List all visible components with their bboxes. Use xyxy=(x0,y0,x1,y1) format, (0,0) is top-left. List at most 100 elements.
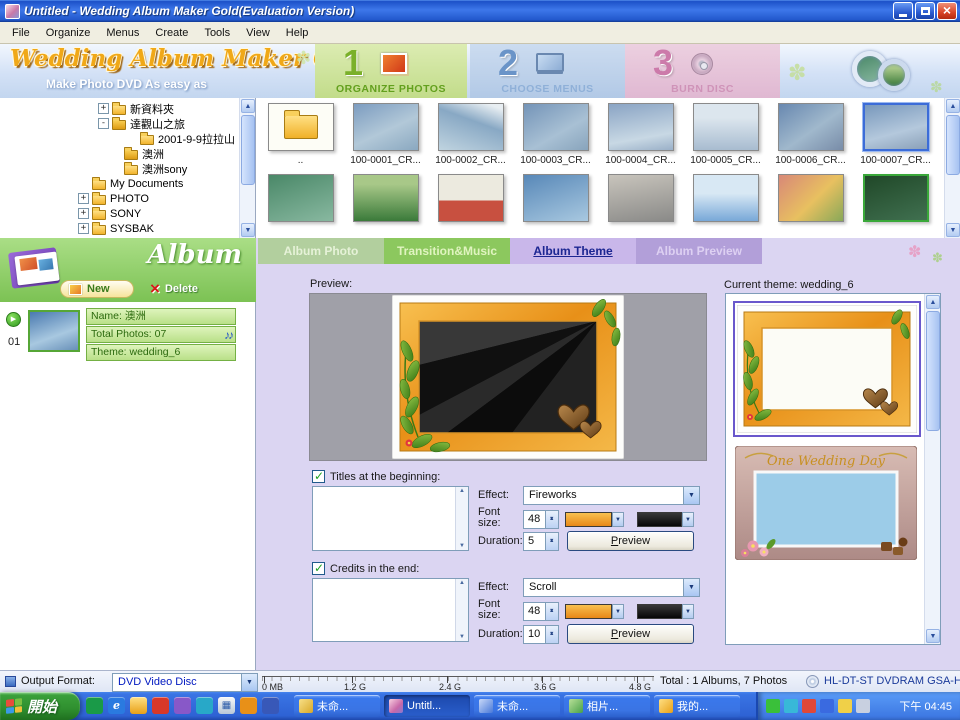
scroll-up-button[interactable]: ▲ xyxy=(946,99,960,113)
tree-expand-toggle[interactable]: + xyxy=(78,208,89,219)
tree-item[interactable]: + 新資料夾 xyxy=(0,101,255,116)
delete-album-button[interactable]: Delete xyxy=(150,280,198,298)
play-icon[interactable] xyxy=(6,312,21,327)
photo-thumbnail[interactable]: 100-0002_CR... xyxy=(428,103,513,166)
credits-effect-select[interactable]: Scroll xyxy=(523,578,700,597)
credits-preview-button[interactable]: Preview xyxy=(567,624,694,644)
outline-color-dropdown-button[interactable] xyxy=(682,512,694,527)
titles-beginning-checkbox[interactable] xyxy=(312,470,325,483)
speaker-icon[interactable] xyxy=(856,699,870,713)
scroll-down-button[interactable]: ▼ xyxy=(926,629,940,643)
titles-font-color-swatch[interactable] xyxy=(565,512,612,527)
titles-font-size-spinner[interactable]: 48 xyxy=(523,510,559,529)
titles-text-input[interactable] xyxy=(312,486,469,551)
taskbar-task[interactable]: 相片... xyxy=(564,695,650,717)
spinner-arrows-icon[interactable] xyxy=(545,533,558,550)
tray-icon[interactable] xyxy=(802,699,816,713)
tree-item[interactable]: 澳洲 xyxy=(0,146,255,161)
taskbar-task[interactable]: 我的... xyxy=(654,695,740,717)
textarea-scrollbar[interactable] xyxy=(455,579,468,641)
menu-item-file[interactable]: File xyxy=(4,25,38,41)
tab-album-photo[interactable]: Album Photo xyxy=(258,238,384,264)
textarea-scrollbar[interactable] xyxy=(455,487,468,550)
font-color-dropdown-button[interactable] xyxy=(612,512,624,527)
photo-thumbnail[interactable]: 100-0004_CR... xyxy=(598,103,683,166)
parent-folder-thumbnail[interactable]: .. xyxy=(258,103,343,166)
quick-launch-icon[interactable] xyxy=(240,697,257,714)
photo-thumbnail[interactable] xyxy=(768,174,853,222)
chevron-down-icon[interactable] xyxy=(241,674,257,691)
credits-end-checkbox[interactable] xyxy=(312,562,325,575)
photo-thumbnail[interactable] xyxy=(598,174,683,222)
desktop-icon[interactable] xyxy=(218,697,235,714)
photo-thumbnail-selected[interactable]: 100-0007_CR... xyxy=(853,103,938,166)
photo-thumbnail[interactable] xyxy=(853,174,938,222)
tree-expand-toggle[interactable]: + xyxy=(78,193,89,204)
photo-thumbnail[interactable]: 100-0006_CR... xyxy=(768,103,853,166)
photo-thumbnail[interactable] xyxy=(513,174,598,222)
quick-launch-icon[interactable] xyxy=(262,697,279,714)
photo-thumbnail[interactable] xyxy=(428,174,513,222)
theme-card[interactable]: One Wedding Day xyxy=(735,446,919,564)
photo-thumbnail[interactable]: 100-0003_CR... xyxy=(513,103,598,166)
theme-list-scrollbar[interactable]: ▲ ▼ xyxy=(924,294,940,644)
theme-card-selected[interactable] xyxy=(733,301,921,437)
minimize-button[interactable] xyxy=(893,2,913,20)
menu-item-menus[interactable]: Menus xyxy=(98,25,147,41)
credits-duration-spinner[interactable]: 10 xyxy=(523,625,559,644)
menu-item-tools[interactable]: Tools xyxy=(196,25,238,41)
tree-collapse-toggle[interactable]: - xyxy=(98,118,109,129)
photo-thumbnail[interactable] xyxy=(683,174,768,222)
spinner-arrows-icon[interactable] xyxy=(545,511,558,528)
tree-item[interactable]: My Documents xyxy=(0,176,255,191)
tab-transition-music[interactable]: Transition&Music xyxy=(384,238,510,264)
maximize-button[interactable] xyxy=(915,2,935,20)
tree-item[interactable]: + SYSBAK xyxy=(0,221,255,236)
quick-launch-icon[interactable] xyxy=(152,697,169,714)
photo-thumbnail[interactable] xyxy=(258,174,343,222)
titles-preview-button[interactable]: Preview xyxy=(567,531,694,551)
start-button[interactable]: 開始 xyxy=(0,692,80,720)
tray-icon[interactable] xyxy=(838,699,852,713)
tray-icon[interactable] xyxy=(766,699,780,713)
chevron-down-icon[interactable] xyxy=(683,579,699,596)
tree-item[interactable]: + PHOTO xyxy=(0,191,255,206)
step-burn-disc[interactable]: 3 BURN DISC xyxy=(625,44,780,98)
output-format-select[interactable]: DVD Video Disc xyxy=(112,673,258,692)
scroll-up-button[interactable]: ▲ xyxy=(241,99,255,113)
menu-item-help[interactable]: Help xyxy=(278,25,317,41)
tree-expand-toggle[interactable]: + xyxy=(98,103,109,114)
step-organize-photos[interactable]: 1 ORGANIZE PHOTOS xyxy=(315,44,467,98)
scrollbar-thumb[interactable] xyxy=(241,115,255,185)
titles-outline-color-swatch[interactable] xyxy=(637,512,682,527)
taskbar-task[interactable]: 未命... xyxy=(474,695,560,717)
quick-launch-icon[interactable] xyxy=(130,697,147,714)
photo-thumbnail[interactable]: 100-0005_CR... xyxy=(683,103,768,166)
tree-scrollbar[interactable]: ▲ ▼ xyxy=(239,98,255,238)
credits-font-size-spinner[interactable]: 48 xyxy=(523,602,559,621)
menu-item-create[interactable]: Create xyxy=(147,25,196,41)
quick-launch-icon[interactable] xyxy=(86,697,103,714)
chevron-down-icon[interactable] xyxy=(683,487,699,504)
scrollbar-thumb[interactable] xyxy=(926,311,940,431)
scroll-down-button[interactable]: ▼ xyxy=(946,223,960,237)
tray-icon[interactable] xyxy=(784,699,798,713)
font-color-dropdown-button[interactable] xyxy=(612,604,624,619)
spinner-arrows-icon[interactable] xyxy=(545,603,558,620)
close-button[interactable] xyxy=(937,2,957,20)
tree-item[interactable]: 澳洲sony xyxy=(0,161,255,176)
taskbar-task[interactable]: 未命... xyxy=(294,695,380,717)
titles-duration-spinner[interactable]: 5 xyxy=(523,532,559,551)
tab-album-preview[interactable]: Album Preview xyxy=(636,238,762,264)
spinner-arrows-icon[interactable] xyxy=(545,626,558,643)
tree-item[interactable]: + SONY xyxy=(0,206,255,221)
credits-font-color-swatch[interactable] xyxy=(565,604,612,619)
clock[interactable]: 下午 04:45 xyxy=(899,698,952,714)
quick-launch-icon[interactable] xyxy=(174,697,191,714)
scrollbar-thumb[interactable] xyxy=(946,115,960,175)
scroll-up-button[interactable]: ▲ xyxy=(926,295,940,309)
credits-outline-color-swatch[interactable] xyxy=(637,604,682,619)
photo-browser-scrollbar[interactable]: ▲ ▼ xyxy=(944,98,960,238)
menu-item-organize[interactable]: Organize xyxy=(38,25,99,41)
scroll-down-button[interactable]: ▼ xyxy=(241,223,255,237)
